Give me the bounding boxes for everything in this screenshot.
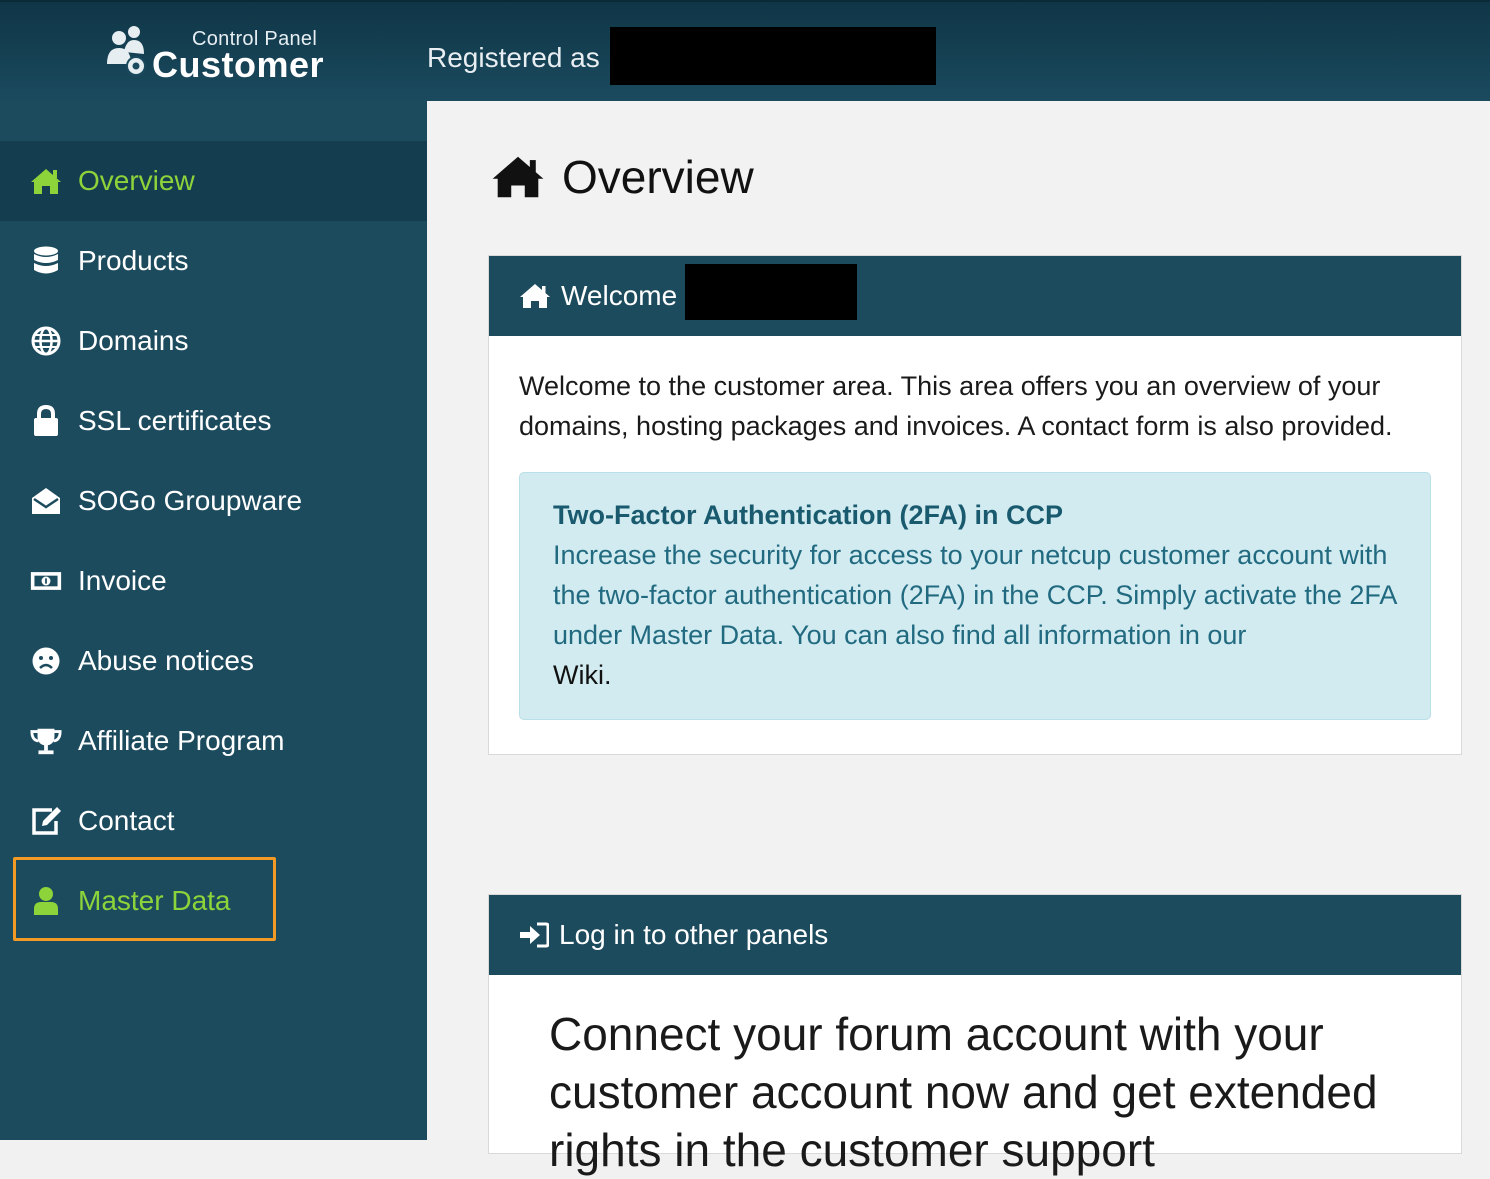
database-icon	[30, 245, 62, 277]
sidebar-item-overview[interactable]: Overview	[0, 141, 427, 221]
two-factor-alert: Two-Factor Authentication (2FA) in CCP I…	[519, 472, 1431, 720]
panels-card: Log in to other panels Connect your foru…	[488, 894, 1462, 1176]
alert-text: Increase the security for access to your…	[553, 540, 1396, 650]
wiki-link[interactable]: Wiki.	[553, 660, 611, 690]
sidebar-item-label: Invoice	[78, 565, 167, 596]
envelope-open-icon	[30, 485, 62, 517]
sidebar-item-affiliate-program[interactable]: Affiliate Program	[0, 701, 427, 781]
sidebar-item-label: SSL certificates	[78, 405, 272, 436]
page-title-text: Overview	[562, 151, 754, 203]
sidebar-item-domains[interactable]: Domains	[0, 301, 427, 381]
sidebar-item-label: Domains	[78, 325, 189, 356]
trophy-icon	[30, 725, 62, 757]
sidebar-item-label: Abuse notices	[78, 645, 254, 676]
globe-icon	[30, 325, 62, 357]
panels-card-header: Log in to other panels	[489, 895, 1461, 975]
edit-icon	[30, 805, 62, 837]
registered-as-label: Registered as	[427, 42, 600, 73]
welcome-card: Welcome Welcome to the customer area. Th…	[488, 255, 1462, 755]
home-icon	[520, 284, 550, 308]
lock-icon	[30, 405, 62, 437]
sidebar-item-label: Contact	[78, 805, 175, 836]
redacted-name	[685, 264, 857, 320]
sidebar-item-label: Master Data	[78, 885, 231, 916]
welcome-card-body: Welcome to the customer area. This area …	[489, 336, 1461, 754]
money-bill-icon	[30, 565, 62, 597]
sidebar-item-ssl-certificates[interactable]: SSL certificates	[0, 381, 427, 461]
sidebar: Overview Products Domains SSL certificat…	[0, 101, 427, 1140]
customer-logo-icon	[107, 26, 146, 76]
welcome-text: Welcome to the customer area. This area …	[519, 371, 1393, 441]
page-title: Overview	[490, 150, 754, 204]
sidebar-item-abuse-notices[interactable]: Abuse notices	[0, 621, 427, 701]
sidebar-item-label: Affiliate Program	[78, 725, 285, 756]
sidebar-item-label: Overview	[78, 165, 195, 196]
sidebar-item-sogo-groupware[interactable]: SOGo Groupware	[0, 461, 427, 541]
sign-in-icon	[520, 922, 549, 948]
welcome-heading: Welcome	[561, 280, 678, 311]
panels-card-body: Connect your forum account with your cus…	[489, 975, 1461, 1179]
sidebar-item-contact[interactable]: Contact	[0, 781, 427, 861]
welcome-card-header: Welcome	[489, 256, 1461, 336]
sidebar-item-label: Products	[78, 245, 189, 276]
panels-heading: Log in to other panels	[559, 919, 829, 950]
home-icon	[30, 165, 62, 197]
sidebar-item-products[interactable]: Products	[0, 221, 427, 301]
top-bar: Control Panel Customer Registered as	[0, 0, 1490, 101]
home-icon	[492, 156, 544, 198]
forum-connect-text: Connect your forum account with your cus…	[549, 1008, 1378, 1176]
user-icon	[30, 885, 62, 917]
sidebar-item-label: SOGo Groupware	[78, 485, 303, 516]
alert-title: Two-Factor Authentication (2FA) in CCP	[553, 500, 1063, 530]
frown-icon	[30, 645, 62, 677]
logo[interactable]: Control Panel Customer	[104, 24, 334, 85]
logo-title: Customer	[152, 44, 325, 85]
redacted-username	[610, 27, 936, 85]
sidebar-item-invoice[interactable]: Invoice	[0, 541, 427, 621]
sidebar-item-master-data[interactable]: Master Data	[0, 861, 427, 941]
